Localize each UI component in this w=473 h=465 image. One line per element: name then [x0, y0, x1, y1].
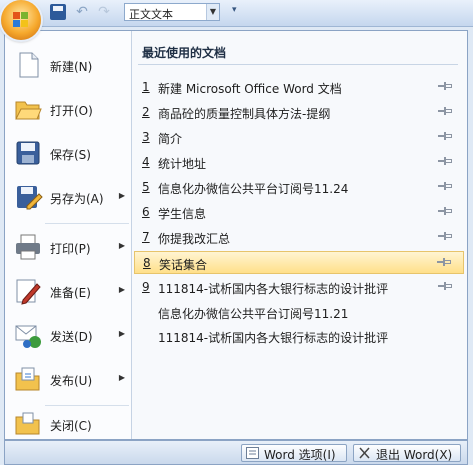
pin-icon[interactable] [438, 182, 452, 190]
recent-document-number: 1 [142, 80, 150, 94]
close-icon [359, 447, 370, 459]
recent-document-item[interactable]: 信息化办微信公共平台订阅号11.21 [134, 301, 464, 324]
recent-document-number: 6 [142, 205, 150, 219]
recent-document-name: 学生信息 [158, 207, 207, 221]
recent-document-item[interactable]: 3 简介 [134, 126, 464, 149]
menu-item-new[interactable]: 新建(N) [5, 44, 131, 88]
word-options-label: Word 选项(I) [264, 448, 336, 462]
pin-icon[interactable] [438, 82, 452, 90]
pin-icon[interactable] [438, 107, 452, 115]
menu-item-label: 新建(N) [50, 60, 93, 74]
recent-document-item[interactable]: 1 新建 Microsoft Office Word 文档 [134, 76, 464, 99]
recent-document-item-highlighted[interactable]: 8 笑话集合 [134, 251, 464, 274]
menu-item-publish[interactable]: 发布(U) ▶ [5, 358, 131, 402]
open-folder-icon [15, 101, 42, 120]
recent-document-number: 3 [142, 130, 150, 144]
pin-icon[interactable] [438, 232, 452, 240]
save-disk-icon [16, 141, 40, 165]
quick-access-toolbar: ↶ ↷ 正文文本 ▼ ▾ [0, 0, 473, 27]
pin-icon[interactable] [437, 258, 451, 266]
recent-document-number: 2 [142, 105, 150, 119]
menu-item-prepare[interactable]: 准备(E) ▶ [5, 270, 131, 314]
exit-word-button[interactable]: 退出 Word(X) [353, 444, 461, 462]
recent-document-name: 信息化办微信公共平台订阅号11.24 [158, 182, 349, 196]
recent-document-name: 新建 Microsoft Office Word 文档 [158, 82, 342, 96]
exit-word-label: 退出 Word(X) [376, 448, 453, 462]
menu-item-label: 发布(U) [50, 374, 93, 388]
undo-icon[interactable]: ↶ [74, 4, 90, 20]
recent-document-item[interactable]: 9 111814-试析国内各大银行标志的设计批评 [134, 276, 464, 299]
recent-document-name: 你提我改汇总 [158, 232, 231, 246]
recent-document-name: 统计地址 [158, 157, 207, 171]
customize-toolbar-button[interactable]: ▾ [232, 5, 237, 15]
menu-item-label: 另存为(A) [50, 192, 104, 206]
submenu-arrow-icon: ▶ [118, 191, 125, 200]
close-folder-icon [15, 412, 40, 435]
style-dropdown[interactable]: 正文文本 ▼ [124, 3, 220, 21]
recent-document-name: 111814-试析国内各大银行标志的设计批评 [158, 282, 389, 296]
recent-document-number: 4 [142, 155, 150, 169]
recent-document-number: 9 [142, 280, 150, 294]
word-options-button[interactable]: Word 选项(I) [241, 444, 347, 462]
style-dropdown-value: 正文文本 [129, 8, 173, 21]
menu-separator [45, 223, 129, 224]
recent-document-number: 7 [142, 230, 150, 244]
menu-footer: Word 选项(I) 退出 Word(X) [4, 440, 468, 465]
pin-icon[interactable] [438, 132, 452, 140]
recent-document-item[interactable]: 5 信息化办微信公共平台订阅号11.24 [134, 176, 464, 199]
menu-item-label: 发送(D) [50, 330, 93, 344]
chevron-down-icon[interactable]: ▼ [206, 4, 219, 20]
menu-item-save[interactable]: 保存(S) [5, 132, 131, 176]
pin-icon[interactable] [438, 207, 452, 215]
recent-document-name: 111814-试析国内各大银行标志的设计批评 [158, 331, 389, 345]
recent-document-item[interactable]: 7 你提我改汇总 [134, 226, 464, 249]
menu-item-label: 准备(E) [50, 286, 91, 300]
publish-icon [15, 367, 40, 391]
menu-item-print[interactable]: 打印(P) ▶ [5, 226, 131, 270]
prepare-pen-icon [16, 279, 41, 305]
menu-item-open[interactable]: 打开(O) [5, 88, 131, 132]
recent-document-item[interactable]: 6 学生信息 [134, 201, 464, 224]
menu-item-label: 保存(S) [50, 148, 91, 162]
menu-item-send[interactable]: 发送(D) ▶ [5, 314, 131, 358]
menu-item-label: 关闭(C) [50, 419, 92, 433]
pin-icon[interactable] [438, 282, 452, 290]
recent-document-number: 5 [142, 180, 150, 194]
recent-document-name: 信息化办微信公共平台订阅号11.21 [158, 307, 349, 321]
office-logo-icon [13, 12, 29, 28]
recent-document-item[interactable]: 2 商品砼的质量控制具体方法-提纲 [134, 101, 464, 124]
printer-icon [16, 234, 40, 260]
new-document-icon [19, 52, 39, 78]
recent-document-item[interactable]: 4 统计地址 [134, 151, 464, 174]
divider [138, 64, 458, 65]
command-list: 新建(N) 打开(O) 保存(S) 另存为(A) ▶ 打印(P) ▶ 准备(E)… [5, 31, 132, 439]
office-button[interactable] [1, 0, 41, 40]
submenu-arrow-icon: ▶ [118, 329, 125, 338]
save-icon[interactable] [50, 4, 66, 20]
recent-document-item[interactable]: 111814-试析国内各大银行标志的设计批评 [134, 325, 464, 348]
pin-icon[interactable] [438, 157, 452, 165]
save-as-icon [17, 186, 43, 210]
recent-document-name: 笑话集合 [159, 258, 208, 272]
recent-document-number: 8 [143, 256, 151, 270]
menu-item-label: 打开(O) [50, 104, 93, 118]
menu-item-label: 打印(P) [50, 242, 91, 256]
menu-item-save-as[interactable]: 另存为(A) ▶ [5, 176, 131, 220]
submenu-arrow-icon: ▶ [118, 241, 125, 250]
submenu-arrow-icon: ▶ [118, 285, 125, 294]
redo-icon[interactable]: ↷ [96, 4, 112, 20]
recent-document-name: 简介 [158, 132, 183, 146]
office-menu: 新建(N) 打开(O) 保存(S) 另存为(A) ▶ 打印(P) ▶ 准备(E)… [4, 30, 468, 440]
recent-document-name: 商品砼的质量控制具体方法-提纲 [158, 107, 331, 121]
send-icon [15, 325, 41, 348]
recent-documents-panel: 最近使用的文档 1 新建 Microsoft Office Word 文档 2 … [132, 31, 467, 439]
submenu-arrow-icon: ▶ [118, 373, 125, 382]
options-icon [246, 447, 259, 459]
recent-documents-title: 最近使用的文档 [142, 46, 227, 60]
